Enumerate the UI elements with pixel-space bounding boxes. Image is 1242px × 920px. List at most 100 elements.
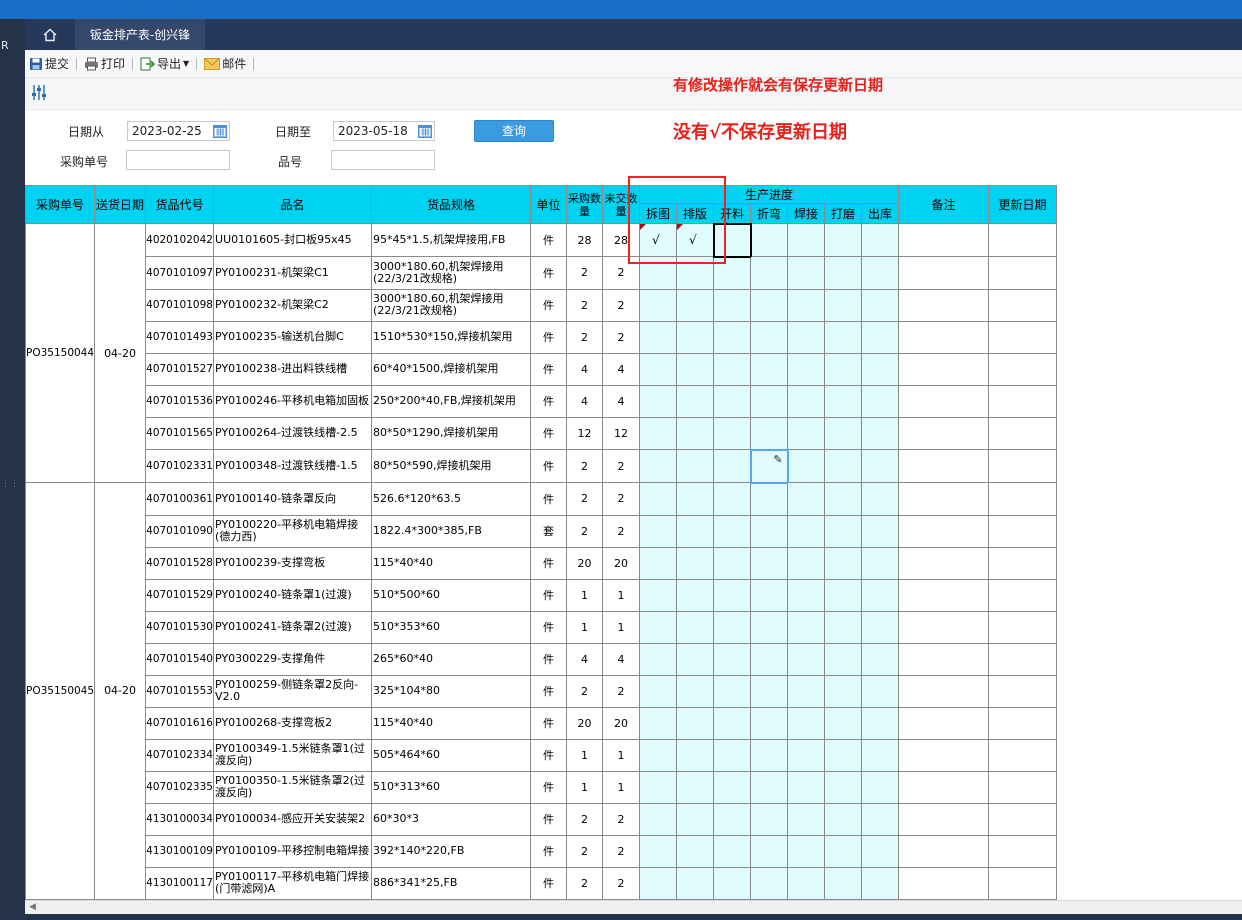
part-number-field[interactable]: [331, 150, 435, 170]
progress-cell[interactable]: [676, 256, 715, 290]
unit-cell[interactable]: 件: [530, 578, 568, 612]
progress-cell[interactable]: [639, 352, 678, 386]
progress-cell[interactable]: [676, 802, 715, 836]
table-row[interactable]: 4070101529 PY0100240-链条罩1(过渡) 510*500*60 件 1…: [26, 578, 1058, 612]
progress-cell[interactable]: [676, 834, 715, 868]
progress-cell[interactable]: √: [676, 223, 715, 257]
progress-cell[interactable]: [861, 610, 900, 644]
qty-cell[interactable]: 4: [566, 384, 604, 418]
spec-cell[interactable]: 510*313*60: [371, 770, 532, 804]
progress-cell[interactable]: [750, 578, 789, 612]
qty-cell[interactable]: 2: [566, 482, 604, 516]
qty-cell[interactable]: 20: [566, 706, 604, 740]
progress-cell[interactable]: [861, 706, 900, 740]
code-cell[interactable]: 4070100361: [145, 482, 215, 516]
unit-cell[interactable]: 件: [530, 384, 568, 418]
spec-cell[interactable]: 115*40*40: [371, 546, 532, 580]
remain-cell[interactable]: 2: [602, 256, 641, 290]
code-cell[interactable]: 4070101530: [145, 610, 215, 644]
remain-cell[interactable]: 2: [602, 802, 641, 836]
updated-date-cell[interactable]: [988, 738, 1058, 772]
progress-cell[interactable]: [787, 706, 826, 740]
updated-date-cell[interactable]: [988, 416, 1058, 450]
unit-cell[interactable]: 件: [530, 546, 568, 580]
updated-date-cell[interactable]: [988, 706, 1058, 740]
name-cell[interactable]: PY0100231-机架梁C1: [213, 256, 373, 290]
qty-cell[interactable]: 2: [566, 514, 604, 548]
progress-cell[interactable]: [750, 834, 789, 868]
progress-cell[interactable]: [639, 384, 678, 418]
remain-cell[interactable]: 2: [602, 866, 641, 900]
name-cell[interactable]: PY0100246-平移机电箱加固板: [213, 384, 373, 418]
progress-cell[interactable]: [824, 578, 863, 612]
unit-cell[interactable]: 件: [530, 416, 568, 450]
name-cell[interactable]: PY0100220-平移机电箱焊接(德力西): [213, 514, 373, 548]
progress-cell[interactable]: [824, 352, 863, 386]
progress-cell[interactable]: [639, 416, 678, 450]
progress-cell[interactable]: [750, 770, 789, 804]
progress-cell[interactable]: [750, 802, 789, 836]
progress-cell[interactable]: [713, 834, 752, 868]
progress-cell[interactable]: [787, 738, 826, 772]
remain-cell[interactable]: 2: [602, 514, 641, 548]
updated-date-cell[interactable]: [988, 223, 1058, 257]
table-row[interactable]: 4070101528 PY0100239-支撑弯板 115*40*40 件 20 20: [26, 546, 1058, 580]
progress-cell[interactable]: [639, 738, 678, 772]
remark-cell[interactable]: [898, 416, 990, 450]
name-cell[interactable]: PY0100264-过渡铁线槽-2.5: [213, 416, 373, 450]
name-cell[interactable]: UU0101605-封口板95x45: [213, 223, 373, 257]
table-row[interactable]: 4070101530 PY0100241-链条罩2(过渡) 510*353*60 件 1…: [26, 610, 1058, 644]
progress-cell[interactable]: [787, 802, 826, 836]
progress-cell[interactable]: [787, 416, 826, 450]
table-row[interactable]: 4130100117 PY0100117-平移机电箱门焊接(门带滤网)A 886*3…: [26, 866, 1058, 900]
remark-cell[interactable]: [898, 449, 990, 483]
remark-cell[interactable]: [898, 256, 990, 290]
progress-cell[interactable]: [824, 610, 863, 644]
progress-cell[interactable]: [787, 352, 826, 386]
progress-cell[interactable]: [713, 578, 752, 612]
progress-cell[interactable]: [713, 384, 752, 418]
updated-date-cell[interactable]: [988, 320, 1058, 354]
progress-cell[interactable]: [824, 288, 863, 322]
remark-cell[interactable]: [898, 384, 990, 418]
code-cell[interactable]: 4070102335: [145, 770, 215, 804]
progress-cell[interactable]: [676, 642, 715, 676]
progress-cell[interactable]: [676, 288, 715, 322]
qty-cell[interactable]: 2: [566, 866, 604, 900]
progress-cell[interactable]: [750, 384, 789, 418]
spec-cell[interactable]: 250*200*40,FB,焊接机架用: [371, 384, 532, 418]
unit-cell[interactable]: 件: [530, 866, 568, 900]
remain-cell[interactable]: 28: [602, 223, 641, 257]
name-cell[interactable]: PY0100240-链条罩1(过渡): [213, 578, 373, 612]
progress-cell[interactable]: [861, 256, 900, 290]
progress-cell[interactable]: [824, 866, 863, 900]
sliders-icon[interactable]: [31, 84, 47, 101]
qty-cell[interactable]: 20: [566, 546, 604, 580]
remain-cell[interactable]: 1: [602, 738, 641, 772]
code-cell[interactable]: 4070101540: [145, 642, 215, 676]
progress-cell[interactable]: [676, 578, 715, 612]
progress-cell[interactable]: [713, 546, 752, 580]
progress-cell[interactable]: [713, 288, 752, 322]
progress-cell[interactable]: [824, 706, 863, 740]
progress-cell[interactable]: [639, 578, 678, 612]
unit-cell[interactable]: 件: [530, 288, 568, 322]
remark-cell[interactable]: [898, 802, 990, 836]
col-header-unit[interactable]: 单位: [530, 185, 568, 224]
spec-cell[interactable]: 80*50*1290,焊接机架用: [371, 416, 532, 450]
spec-cell[interactable]: 3000*180.60,机架焊接用(22/3/21改规格): [371, 256, 532, 290]
po-number-cell[interactable]: PO35150044: [24, 223, 96, 483]
updated-date-cell[interactable]: [988, 610, 1058, 644]
query-button[interactable]: 查询: [474, 120, 554, 142]
col-header-step[interactable]: 开料: [713, 203, 752, 224]
progress-cell[interactable]: [750, 320, 789, 354]
progress-cell[interactable]: [676, 738, 715, 772]
progress-cell[interactable]: [861, 642, 900, 676]
progress-cell[interactable]: [861, 416, 900, 450]
remain-cell[interactable]: 1: [602, 578, 641, 612]
progress-cell[interactable]: [713, 642, 752, 676]
unit-cell[interactable]: 件: [530, 610, 568, 644]
name-cell[interactable]: PY0100238-进出料铁线槽: [213, 352, 373, 386]
progress-cell[interactable]: [712, 222, 752, 258]
table-row[interactable]: 4070102331 PY0100348-过渡铁线槽-1.5 80*50*590,焊…: [26, 448, 1058, 484]
